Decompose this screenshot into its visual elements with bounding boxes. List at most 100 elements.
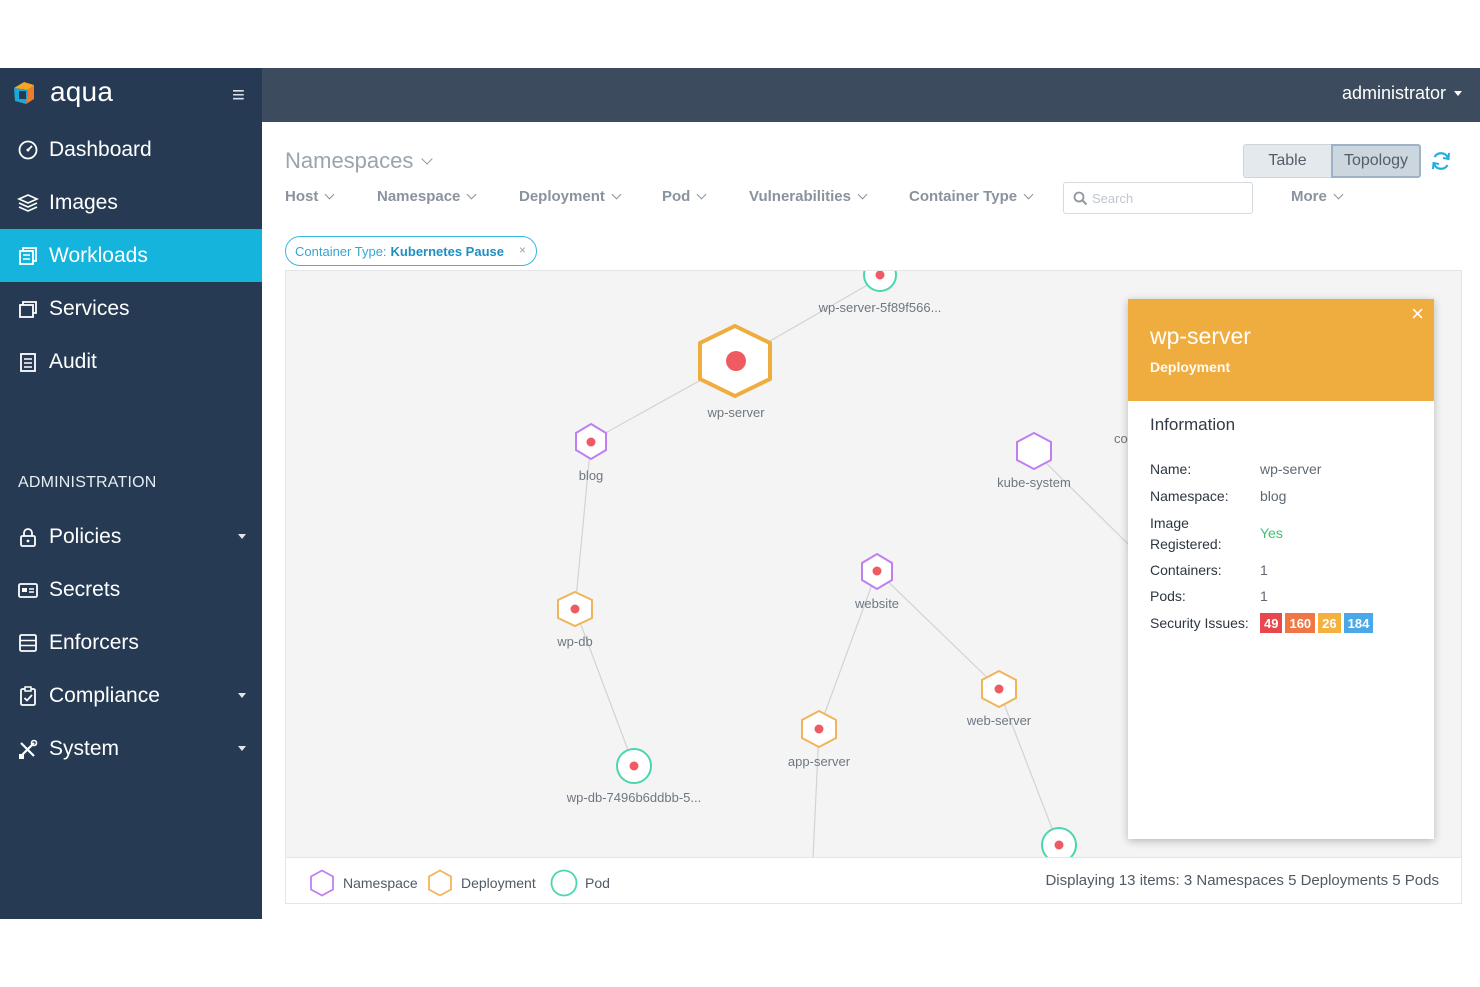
low-issues-badge[interactable]: 184: [1343, 613, 1374, 633]
node-label: web-server: [966, 713, 1032, 728]
panel-header: wp-server Deployment ×: [1128, 299, 1434, 401]
info-label: Image: [1150, 515, 1189, 531]
audit-icon: [17, 351, 39, 373]
sidebar-item-label: System: [49, 736, 120, 760]
close-icon[interactable]: ×: [1411, 301, 1424, 327]
security-issues-badges: 49 160 26 184: [1260, 613, 1374, 633]
info-value: 1: [1260, 588, 1268, 604]
node-detail-panel: wp-server Deployment × Information Name:…: [1128, 299, 1434, 839]
node-label: kube-system: [997, 475, 1071, 490]
lock-icon: [17, 526, 39, 548]
graph-node-deployment[interactable]: wp-db: [556, 590, 593, 649]
namespace-shape-icon: [310, 869, 334, 897]
administration-heading: ADMINISTRATION: [18, 474, 157, 491]
search-placeholder: Search: [1092, 190, 1134, 206]
filter-vulnerabilities[interactable]: Vulnerabilities: [749, 188, 868, 205]
legend-deployment: Deployment: [426, 869, 536, 897]
graph-node-pod[interactable]: wp-db-7496b6ddbb-5...: [566, 748, 701, 805]
image-registered-value: Yes: [1260, 525, 1283, 541]
panel-subtitle: Deployment: [1150, 359, 1231, 375]
filter-label: Vulnerabilities: [749, 188, 851, 205]
filter-namespace[interactable]: Namespace: [377, 188, 477, 205]
sidebar-item-label: Audit: [49, 349, 97, 373]
filter-pod[interactable]: Pod: [662, 188, 707, 205]
sidebar-item-label: Workloads: [49, 243, 148, 267]
info-value: blog: [1260, 488, 1287, 504]
brand: aqua ≡: [0, 68, 262, 122]
aqua-logo-icon: [14, 82, 34, 104]
chevron-down-icon: [238, 534, 246, 539]
page-title: Namespaces: [285, 148, 414, 173]
sidebar-item-images[interactable]: Images: [0, 176, 262, 229]
info-label: Registered:: [1150, 536, 1222, 552]
remove-filter-icon[interactable]: ×: [519, 243, 526, 257]
namespaces-dropdown[interactable]: Namespaces: [285, 148, 434, 174]
sidebar-item-audit[interactable]: Audit: [0, 335, 262, 388]
sidebar-item-label: Images: [49, 190, 118, 214]
graph-node-pod[interactable]: [1041, 827, 1077, 858]
legend-bar: Namespace Deployment Pod Displaying 13 i…: [285, 858, 1462, 904]
hamburger-menu-icon[interactable]: ≡: [232, 82, 245, 108]
view-toggle: Table Topology: [1243, 144, 1421, 178]
node-label: wp-server: [706, 405, 765, 420]
sidebar-item-enforcers[interactable]: Enforcers: [0, 616, 262, 669]
enforcers-icon: [17, 632, 39, 654]
graph-node-pod[interactable]: wp-server-5f89f566...: [818, 271, 942, 315]
node-label: website: [854, 596, 899, 611]
sidebar-item-services[interactable]: Services: [0, 282, 262, 335]
legend-namespace: Namespace: [308, 869, 418, 897]
chip-value: Kubernetes Pause: [390, 243, 504, 259]
services-icon: [17, 298, 39, 320]
secrets-icon: [17, 579, 39, 601]
sidebar-item-workloads[interactable]: Workloads: [0, 229, 262, 282]
sidebar-item-compliance[interactable]: Compliance: [0, 669, 262, 722]
filter-host[interactable]: Host: [285, 188, 335, 205]
sidebar-item-system[interactable]: System: [0, 722, 262, 775]
graph-node-deployment[interactable]: web-server: [966, 669, 1032, 728]
user-menu[interactable]: administrator: [1342, 83, 1462, 104]
sidebar-item-secrets[interactable]: Secrets: [0, 563, 262, 616]
workloads-icon: [17, 245, 39, 267]
table-view-button[interactable]: Table: [1243, 144, 1331, 178]
refresh-icon[interactable]: [1430, 150, 1452, 172]
username: administrator: [1341, 83, 1446, 103]
filter-label: More: [1291, 188, 1327, 205]
graph-node-deployment-selected[interactable]: wp-server: [698, 323, 772, 420]
node-label: blog: [579, 468, 604, 483]
info-label: Namespace:: [1150, 488, 1229, 504]
topbar: administrator: [262, 68, 1480, 122]
sidebar-item-label: Policies: [49, 524, 122, 548]
sidebar-item-label: Enforcers: [49, 630, 139, 654]
chevron-down-icon: [466, 189, 477, 200]
graph-edges: [574, 278, 1132, 857]
critical-issues-badge[interactable]: 49: [1260, 613, 1283, 633]
graph-node-deployment[interactable]: app-server: [788, 709, 851, 769]
node-label: co: [1114, 431, 1128, 446]
active-filter-chip[interactable]: Container Type: Kubernetes Pause ×: [285, 236, 537, 266]
topology-view-button[interactable]: Topology: [1331, 144, 1421, 178]
chevron-down-icon: [238, 693, 246, 698]
dashboard-icon: [17, 139, 39, 161]
chevron-down-icon: [1333, 189, 1344, 200]
graph-node-namespace[interactable]: website: [854, 552, 899, 611]
graph-node-namespace[interactable]: blog: [575, 422, 607, 483]
sidebar-item-label: Compliance: [49, 683, 160, 707]
info-value: 1: [1260, 562, 1268, 578]
high-issues-badge[interactable]: 160: [1285, 613, 1316, 633]
search-input[interactable]: Search: [1063, 182, 1253, 214]
main-content: Namespaces Table Topology Host Namespace…: [262, 122, 1480, 919]
graph-node-namespace[interactable]: kube-system: [997, 431, 1071, 490]
brand-name: aqua: [50, 76, 114, 107]
sidebar-item-label: Dashboard: [49, 137, 152, 161]
sidebar-item-dashboard[interactable]: Dashboard: [0, 123, 262, 176]
filter-more[interactable]: More: [1291, 188, 1344, 205]
filter-container-type[interactable]: Container Type: [909, 188, 1034, 205]
info-label: Security Issues:: [1150, 615, 1249, 631]
legend-pod: Pod: [550, 869, 610, 897]
chip-label: Container Type:: [295, 243, 387, 259]
medium-issues-badge[interactable]: 26: [1318, 613, 1341, 633]
caret-down-icon: [1454, 91, 1462, 96]
sidebar-item-policies[interactable]: Policies: [0, 510, 262, 563]
filter-deployment[interactable]: Deployment: [519, 188, 622, 205]
sidebar: aqua ≡ Dashboard Images Workloads Servic…: [0, 68, 262, 919]
